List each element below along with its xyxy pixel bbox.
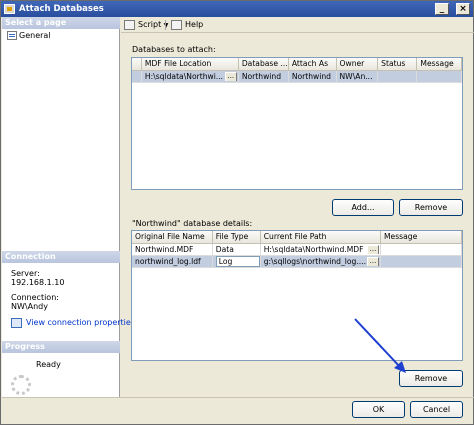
- close-icon[interactable]: ×: [456, 3, 470, 15]
- database-cell: Northwind: [238, 70, 289, 83]
- page-item-label: General: [19, 31, 51, 40]
- help-label: Help: [185, 20, 204, 29]
- help-icon: [171, 20, 182, 30]
- toolbar: Script ▼ Help: [121, 17, 474, 33]
- app-icon: [4, 4, 15, 14]
- minimize-icon[interactable]: _: [435, 3, 449, 15]
- column-header-file-type[interactable]: File Type: [212, 231, 261, 244]
- file-path-cell[interactable]: g:\sqllogs\northwind_log.......: [260, 255, 382, 268]
- add-button[interactable]: Add...: [332, 199, 394, 216]
- ok-button[interactable]: OK: [352, 401, 405, 418]
- column-header-message[interactable]: Message: [380, 231, 462, 244]
- file-message-cell: [380, 243, 462, 256]
- file-name-cell: northwind_log.ldf: [132, 255, 213, 268]
- server-value: 192.168.1.10: [11, 278, 65, 287]
- script-icon: [124, 20, 135, 30]
- table-row[interactable]: northwind_log.ldf Log g:\sqllogs\northwi…: [132, 255, 462, 268]
- table-row[interactable]: H:\sqldata\Northwi...... Northwind North…: [132, 70, 462, 83]
- connection-properties-icon: [11, 318, 22, 328]
- remove-database-button[interactable]: Remove: [399, 199, 463, 216]
- message-cell: [416, 70, 462, 83]
- column-header-database[interactable]: Database ...: [238, 58, 289, 71]
- file-path-value: H:\sqldata\Northwind.MDF: [263, 244, 364, 254]
- annotation-arrow-icon: [354, 318, 406, 373]
- column-header-message[interactable]: Message: [416, 58, 462, 71]
- attach-databases-window: Attach Databases _ × Select a page Gener…: [0, 0, 474, 425]
- toolbar-separator: [165, 20, 166, 30]
- column-header-owner[interactable]: Owner: [336, 58, 379, 71]
- databases-to-attach-label: Databases to attach:: [132, 45, 216, 54]
- title-bar: Attach Databases _ ×: [1, 1, 473, 17]
- script-label: Script: [138, 20, 162, 29]
- row-selector-header: [132, 58, 142, 71]
- window-title: Attach Databases: [19, 4, 104, 14]
- script-button[interactable]: Script ▼: [124, 19, 168, 31]
- select-page-header: Select a page: [2, 17, 120, 29]
- file-message-cell: [380, 255, 462, 268]
- row-selector[interactable]: [132, 70, 142, 83]
- table-row[interactable]: Northwind.MDF Data H:\sqldata\Northwind.…: [132, 243, 462, 256]
- file-type-cell: Data: [212, 243, 261, 256]
- attach-as-cell[interactable]: Northwind: [288, 70, 337, 83]
- mdf-location-cell[interactable]: H:\sqldata\Northwi......: [141, 70, 239, 83]
- connection-header: Connection: [2, 251, 120, 263]
- browse-path-button[interactable]: ...: [367, 244, 379, 254]
- database-details-grid[interactable]: Original File Name File Type Current Fil…: [131, 230, 463, 361]
- status-cell: [377, 70, 418, 83]
- column-header-current-file-path[interactable]: Current File Path: [260, 231, 382, 244]
- column-header-attach-as[interactable]: Attach As: [288, 58, 337, 71]
- page-icon: [7, 31, 17, 40]
- view-connection-properties-link[interactable]: View connection properties: [26, 318, 135, 328]
- help-button[interactable]: Help: [171, 19, 203, 31]
- column-header-status[interactable]: Status: [377, 58, 418, 71]
- progress-spinner-icon: [11, 375, 31, 395]
- column-header-mdf[interactable]: MDF File Location: [141, 58, 239, 71]
- database-details-label: "Northwind" database details:: [132, 219, 253, 228]
- cancel-button[interactable]: Cancel: [410, 401, 463, 418]
- connection-value: NW\Andy: [11, 302, 48, 311]
- file-path-cell[interactable]: H:\sqldata\Northwind.MDF...: [260, 243, 382, 256]
- file-type-box: Log: [215, 255, 260, 266]
- page-item-general[interactable]: General: [6, 30, 51, 41]
- browse-mdf-button[interactable]: ...: [224, 71, 237, 81]
- column-header-original-file-name[interactable]: Original File Name: [132, 231, 213, 244]
- databases-grid[interactable]: MDF File Location Database ... Attach As…: [131, 57, 463, 190]
- progress-header: Progress: [2, 341, 120, 353]
- progress-status: Ready: [36, 360, 61, 369]
- browse-path-button[interactable]: ...: [367, 256, 379, 266]
- mdf-location-value: H:\sqldata\Northwi...: [144, 71, 224, 81]
- owner-cell[interactable]: NW\An...: [336, 70, 379, 83]
- file-type-cell[interactable]: Log: [212, 255, 261, 268]
- file-name-cell: Northwind.MDF: [132, 243, 213, 256]
- file-path-value: g:\sqllogs\northwind_log....: [263, 256, 366, 266]
- left-pane: Select a page General Connection Server:…: [2, 17, 135, 397]
